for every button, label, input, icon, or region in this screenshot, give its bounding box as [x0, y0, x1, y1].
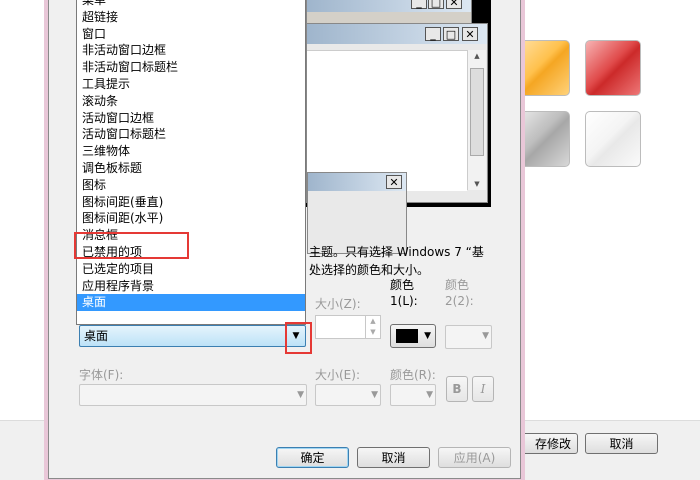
color-swatch-orange[interactable]	[514, 40, 570, 96]
font-size-combobox[interactable]: ▼	[315, 384, 381, 406]
highlight-message-box-item	[74, 232, 189, 259]
list-item[interactable]: 活动窗口标题栏	[77, 126, 305, 143]
font-size-label: 大小(E):	[315, 368, 360, 382]
list-item[interactable]: 工具提示	[77, 76, 305, 93]
background-cancel-button[interactable]: 取消	[585, 433, 658, 454]
close-icon: ✕	[386, 175, 402, 189]
maximize-icon: □	[443, 27, 459, 41]
bold-button[interactable]: B	[446, 376, 468, 402]
description-text: 主题。只有选择 Windows 7 “基 处选择的颜色和大小。	[309, 243, 509, 279]
maximize-icon: □	[428, 0, 444, 9]
highlight-dropdown-arrow	[285, 322, 312, 354]
apply-button[interactable]: 应用(A)	[438, 447, 511, 468]
color-swatch-gray[interactable]	[514, 111, 570, 167]
preview-title-bar	[307, 24, 487, 44]
dropdown-arrow-icon: ▼	[297, 390, 304, 400]
size-input[interactable]: ▲ ▼	[315, 315, 381, 339]
list-item[interactable]: 应用程序背景	[77, 278, 305, 295]
scroll-down-icon: ▼	[474, 180, 480, 188]
size-label: 大小(Z):	[315, 297, 361, 311]
list-item[interactable]: 菜单	[77, 0, 305, 9]
preview-message-box: ✕	[307, 172, 407, 254]
list-item[interactable]: 非活动窗口标题栏	[77, 59, 305, 76]
description-line: 主题。只有选择 Windows 7 “基	[309, 245, 484, 259]
dropdown-arrow-icon: ▼	[424, 331, 431, 341]
item-combobox-value: 桌面	[84, 329, 109, 343]
list-item[interactable]: 图标间距(水平)	[77, 210, 305, 227]
preview-active-window: _ □ ✕ ▲ ▼ ✕	[306, 23, 488, 254]
close-icon: ✕	[462, 27, 478, 41]
scrollbar-thumb	[470, 68, 484, 156]
list-item[interactable]: 滚动条	[77, 93, 305, 110]
item-combobox[interactable]: 桌面 ▼	[79, 325, 306, 347]
list-item[interactable]: 超链接	[77, 9, 305, 26]
minimize-icon: _	[411, 0, 427, 9]
ok-button[interactable]: 确定	[276, 447, 349, 468]
dropdown-arrow-icon: ▼	[482, 331, 489, 341]
scroll-up-icon: ▲	[474, 52, 480, 60]
font-color-label: 颜色(R):	[390, 368, 436, 382]
list-item[interactable]: 已选定的项目	[77, 261, 305, 278]
preview-scrollbar: ▲ ▼	[467, 50, 486, 190]
color2-picker-button[interactable]: ▼	[445, 325, 492, 349]
font-color-button[interactable]: ▼	[390, 384, 436, 406]
list-item[interactable]: 非活动窗口边框	[77, 42, 305, 59]
minimize-icon: _	[425, 27, 441, 41]
color1-picker-button[interactable]: ▼	[390, 324, 436, 348]
dropdown-arrow-icon: ▼	[371, 390, 378, 400]
color2-label: 颜色 2(2):	[445, 278, 474, 308]
cancel-button[interactable]: 取消	[357, 447, 430, 468]
preview-window-client	[307, 50, 467, 191]
color1-label: 颜色 1(L):	[390, 278, 418, 308]
list-item[interactable]: 窗口	[77, 26, 305, 43]
font-combobox[interactable]: ▼	[79, 384, 307, 406]
item-dropdown-list[interactable]: 菜单 超链接 窗口 非活动窗口边框 非活动窗口标题栏 工具提示 滚动条 活动窗口边框 活动窗口标…	[76, 0, 306, 325]
color-swatch-red[interactable]	[585, 40, 641, 96]
list-item[interactable]: 图标间距(垂直)	[77, 194, 305, 211]
appearance-preview: _ □ ✕ _ □ ✕ ▲ ▼ ✕	[306, 0, 491, 254]
dropdown-arrow-icon: ▼	[426, 390, 433, 400]
color1-swatch	[396, 329, 418, 343]
list-item[interactable]: 调色板标题	[77, 160, 305, 177]
spinner-icon[interactable]: ▲ ▼	[365, 316, 380, 338]
list-item[interactable]: 桌面	[77, 294, 305, 312]
list-item[interactable]: 活动窗口边框	[77, 110, 305, 127]
list-item[interactable]: 图标	[77, 177, 305, 194]
color-swatch-white[interactable]	[585, 111, 641, 167]
italic-button[interactable]: I	[472, 376, 494, 402]
close-icon: ✕	[446, 0, 462, 9]
list-item[interactable]: 三维物体	[77, 143, 305, 160]
font-label: 字体(F):	[79, 368, 124, 382]
